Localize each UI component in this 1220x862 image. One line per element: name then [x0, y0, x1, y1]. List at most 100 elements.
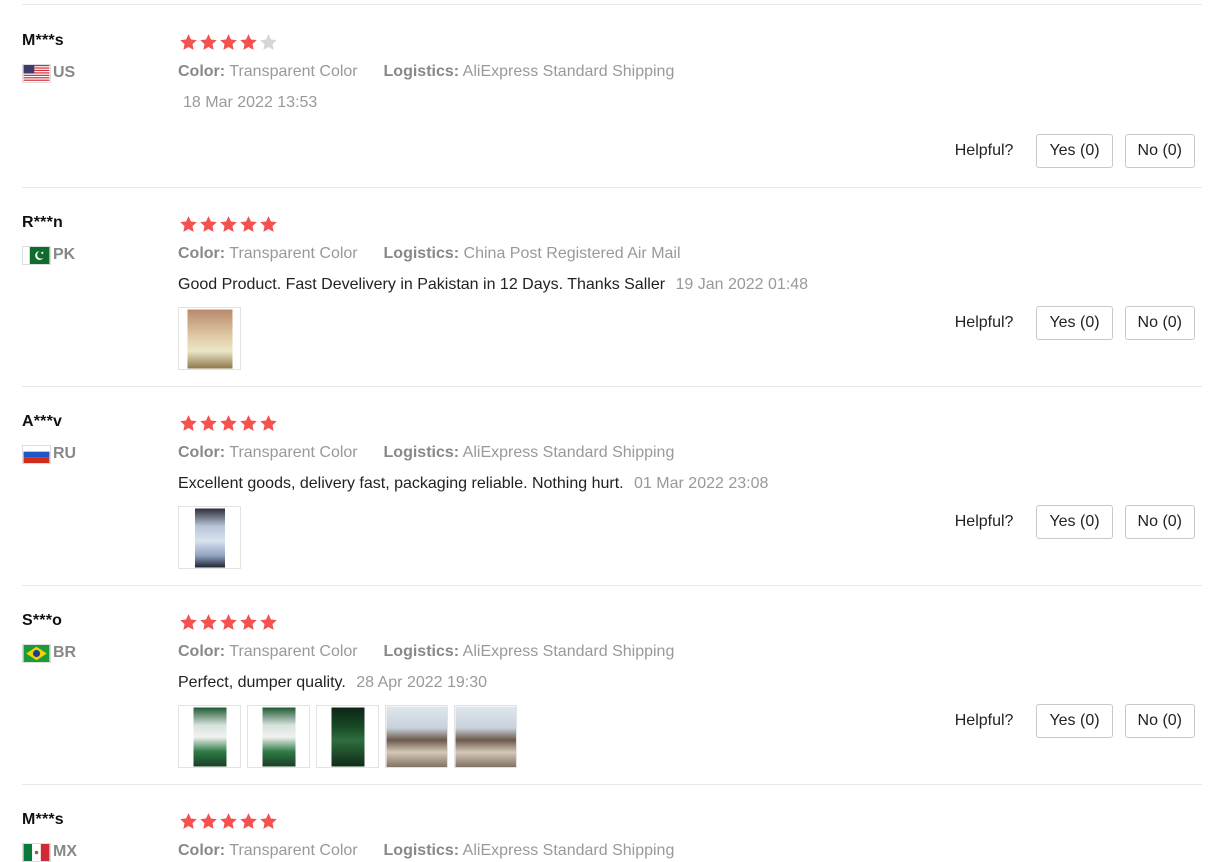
reviews-feed: M***s US Color: Transparent Color Logist… — [0, 0, 1220, 862]
color-value: Transparent Color — [229, 63, 358, 80]
star-icon — [260, 34, 277, 50]
helpful-yes-button[interactable]: Yes (0) — [1036, 704, 1113, 738]
review-photo-thumbnail[interactable] — [454, 705, 517, 768]
logistics-label: Logistics: — [383, 444, 460, 461]
star-icon — [180, 614, 197, 630]
reviewer-country: RU — [22, 444, 76, 464]
star-rating — [179, 613, 278, 632]
review-date: 28 Apr 2022 19:30 — [356, 674, 488, 691]
star-icon — [200, 415, 217, 431]
star-rating — [179, 414, 278, 433]
country-code: PK — [53, 246, 76, 263]
person-photo — [187, 309, 232, 368]
review-divider — [22, 386, 1202, 387]
us-flag-icon — [22, 63, 51, 83]
review-item: S***o BR Color: Transparent Color Logist… — [0, 592, 1220, 791]
color-label: Color: — [178, 643, 226, 660]
review-divider — [22, 187, 1202, 188]
review-photo-thumbnail[interactable] — [178, 307, 241, 370]
reviewer-name: M***s — [22, 811, 64, 828]
review-photo-thumbnail[interactable] — [385, 705, 448, 768]
star-icon — [200, 34, 217, 50]
review-photo-thumbnail[interactable] — [178, 506, 241, 569]
star-icon — [260, 216, 277, 232]
review-photo-thumbnail[interactable] — [178, 705, 241, 768]
reviewer-country: BR — [22, 643, 76, 663]
russia-flag-icon — [22, 444, 51, 464]
pakistan-flag-icon — [22, 245, 51, 265]
star-icon — [260, 415, 277, 431]
helpful-label: Helpful? — [954, 142, 1014, 159]
star-icon — [200, 216, 217, 232]
helpful-yes-button[interactable]: Yes (0) — [1036, 306, 1113, 340]
helpful-vote: Helpful? Yes (0) No (0) — [955, 134, 1195, 168]
review-item: M***s US Color: Transparent Color Logist… — [0, 12, 1220, 194]
country-code: BR — [53, 644, 77, 661]
star-rating — [179, 33, 278, 52]
review-photos — [178, 705, 517, 768]
helpful-no-button[interactable]: No (0) — [1124, 134, 1195, 168]
reviewer-name: M***s — [22, 32, 64, 49]
review-date: 19 Jan 2022 01:48 — [675, 276, 809, 293]
star-icon — [200, 813, 217, 829]
star-icon — [220, 216, 237, 232]
star-icon — [180, 216, 197, 232]
star-icon — [240, 415, 257, 431]
color-value: Transparent Color — [229, 842, 358, 859]
review-photo-thumbnail[interactable] — [247, 705, 310, 768]
green-case-photo — [262, 707, 295, 766]
helpful-vote: Helpful? Yes (0) No (0) — [955, 505, 1195, 539]
color-label: Color: — [178, 444, 226, 461]
helpful-no-button[interactable]: No (0) — [1124, 306, 1195, 340]
star-icon — [240, 813, 257, 829]
reviewer-country: MX — [22, 842, 77, 862]
logistics-label: Logistics: — [383, 245, 460, 262]
review-item: A***v RU Color: Transparent Color Logist… — [0, 393, 1220, 592]
logistics-value: AliExpress Standard Shipping — [462, 643, 675, 660]
reviewer-name: A***v — [22, 413, 63, 430]
star-icon — [240, 216, 257, 232]
top-divider — [22, 4, 1202, 5]
helpful-no-button[interactable]: No (0) — [1124, 704, 1195, 738]
star-icon — [180, 34, 197, 50]
review-text: Good Product. Fast Develivery in Pakista… — [178, 276, 666, 293]
helpful-yes-button[interactable]: Yes (0) — [1036, 134, 1113, 168]
helpful-yes-button[interactable]: Yes (0) — [1036, 505, 1113, 539]
helpful-no-button[interactable]: No (0) — [1124, 505, 1195, 539]
star-rating — [179, 215, 278, 234]
reviewer-name: S***o — [22, 612, 63, 629]
review-date: 01 Mar 2022 23:08 — [634, 475, 769, 492]
star-icon — [220, 34, 237, 50]
color-value: Transparent Color — [229, 245, 358, 262]
reviewer-country: US — [22, 63, 75, 83]
couple-photo — [455, 706, 516, 767]
review-date: 18 Mar 2022 13:53 — [183, 94, 318, 111]
color-value: Transparent Color — [229, 643, 358, 660]
green-case-photo — [193, 707, 226, 766]
star-icon — [220, 614, 237, 630]
star-icon — [220, 415, 237, 431]
color-label: Color: — [178, 842, 226, 859]
star-icon — [260, 614, 277, 630]
review-item: M***s MX Color: Transparent Color Logist… — [0, 791, 1220, 862]
star-icon — [220, 813, 237, 829]
color-label: Color: — [178, 245, 226, 262]
color-value: Transparent Color — [229, 444, 358, 461]
review-meta: Color: Transparent Color Logistics: Chin… — [178, 245, 681, 263]
review-text: Perfect, dumper quality. — [178, 674, 346, 691]
review-photo-thumbnail[interactable] — [316, 705, 379, 768]
country-code: US — [53, 64, 76, 81]
helpful-vote: Helpful? Yes (0) No (0) — [955, 704, 1195, 738]
review-item: R***n PK Color: Transparent Color Logist… — [0, 194, 1220, 393]
logistics-value: China Post Registered Air Mail — [463, 245, 681, 262]
review-text: Excellent goods, delivery fast, packagin… — [178, 475, 624, 492]
logistics-value: AliExpress Standard Shipping — [462, 842, 675, 859]
review-meta: Color: Transparent Color Logistics: AliE… — [178, 643, 674, 661]
country-code: MX — [53, 843, 77, 860]
helpful-label: Helpful? — [954, 712, 1014, 729]
brazil-flag-icon — [22, 643, 51, 663]
couple-photo — [386, 706, 447, 767]
review-divider — [22, 585, 1202, 586]
star-icon — [180, 813, 197, 829]
reviewer-country: PK — [22, 245, 75, 265]
